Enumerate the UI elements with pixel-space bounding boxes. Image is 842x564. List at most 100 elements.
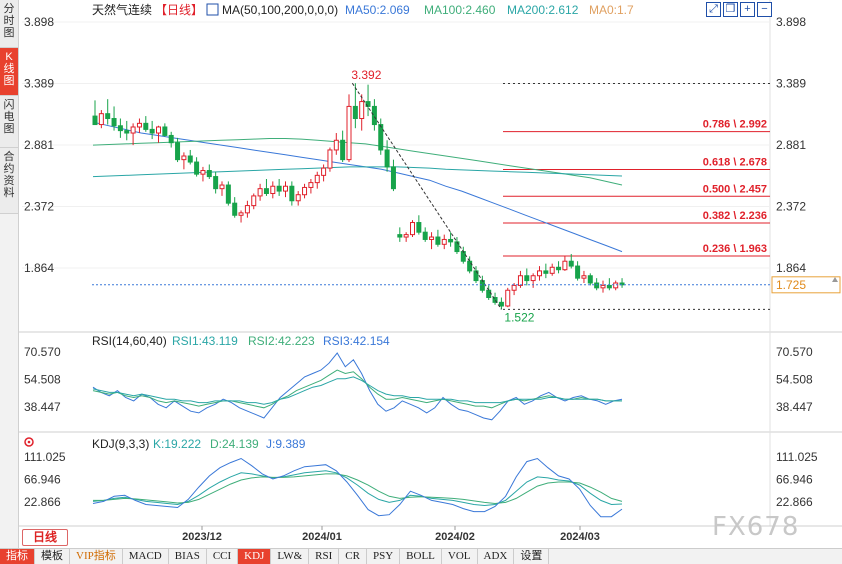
kdj-tick-right-2: 22.866 [776, 495, 813, 509]
toolbar-tab-5[interactable]: CCI [207, 549, 239, 564]
candle-body-8 [143, 122, 149, 130]
rsi-tick-left-0: 70.570 [24, 345, 61, 359]
minus-icon[interactable]: − [757, 2, 772, 17]
restore-icon[interactable]: ❐ [723, 2, 738, 17]
main-tick-left-4: 1.864 [24, 261, 54, 275]
rsi-tick-right-2: 38.447 [776, 400, 813, 414]
toolbar-tab-3[interactable]: MACD [123, 549, 169, 564]
candle-body-21 [225, 184, 231, 204]
candle-body-51 [416, 222, 422, 233]
chart-area: 天然气连续 【日线】 MA(50,100,200,0,0,0) MA50:2.0… [19, 0, 842, 548]
main-tick-left-0: 3.898 [24, 15, 54, 29]
high-price-label: 3.392 [351, 68, 381, 82]
candle-body-22 [232, 202, 238, 216]
candle-body-66 [511, 284, 517, 291]
candle-body-54 [435, 236, 441, 245]
candle-body-46 [384, 149, 390, 168]
x-tick-0: 2023/12 [182, 531, 222, 543]
kdj-tick-left-2: 22.866 [24, 495, 61, 509]
toolbar-tab-9[interactable]: CR [339, 549, 367, 564]
toolbar-tab-11[interactable]: BOLL [400, 549, 442, 564]
toolbar-tab-13[interactable]: ADX [478, 549, 515, 564]
kdj-title: KDJ(9,3,3) [92, 437, 149, 451]
candle-body-74 [562, 260, 568, 271]
candle-body-45 [378, 124, 384, 151]
ma0-value: MA0:1.7 [589, 3, 634, 17]
fib-label-0.500: 0.500 \ 2.457 [703, 183, 767, 195]
kdj-tick-right-1: 66.946 [776, 472, 813, 486]
fib-label-0.236: 0.236 \ 1.963 [703, 243, 767, 255]
ma200-value: MA200:2.612 [507, 3, 579, 17]
watermark: FX678 [712, 512, 800, 542]
kdj-k-value: K:19.222 [153, 437, 201, 451]
rsi2-value: RSI2:42.223 [248, 334, 315, 348]
candle-body-33 [302, 186, 308, 196]
candle-body-5 [124, 130, 130, 134]
toolbar-tab-1[interactable]: 模板 [35, 549, 70, 564]
candle-body-73 [556, 266, 562, 271]
candle-body-68 [524, 275, 530, 282]
rsi-tick-right-0: 70.570 [776, 345, 813, 359]
x-tick-3: 2024/03 [560, 531, 600, 543]
candle-body-76 [575, 265, 581, 279]
candle-body-38 [333, 139, 339, 151]
candle-body-29 [276, 185, 282, 192]
candle-body-40 [346, 105, 352, 161]
rsi3-value: RSI3:42.154 [323, 334, 390, 348]
candle-body-23 [238, 212, 244, 216]
candle-body-9 [149, 128, 155, 134]
kdj-tick-left-0: 111.025 [24, 450, 66, 464]
kdj-d-value: D:24.139 [210, 437, 259, 451]
candle-body-82 [613, 282, 619, 289]
main-tick-left-1: 3.389 [24, 77, 54, 91]
candle-body-13 [175, 142, 181, 161]
candle-body-10 [156, 126, 161, 134]
candle-body-27 [263, 188, 269, 194]
indicator-toolbar: 指标 模板 VIP指标 MACD BIAS CCI KDJ LW& RSI CR PSY BOLL VO… [0, 548, 842, 564]
candle-body-7 [136, 122, 142, 128]
candle-body-44 [371, 105, 377, 126]
candle-body-65 [505, 289, 511, 307]
toolbar-tab-12[interactable]: VOL [442, 549, 478, 564]
candle-body-55 [441, 238, 447, 245]
low-price-label: 1.522 [504, 310, 534, 324]
main-tick-right-0: 3.898 [776, 15, 806, 29]
candle-body-48 [397, 234, 403, 238]
main-tick-right-3: 2.372 [776, 200, 806, 214]
toolbar-tab-14[interactable]: 设置 [514, 549, 550, 564]
candle-50 [410, 220, 415, 238]
candle-body-12 [168, 134, 174, 144]
candle-body-31 [289, 185, 295, 202]
main-tick-right-1: 3.389 [776, 77, 806, 91]
toolbar-tab-2[interactable]: VIP指标 [70, 549, 123, 564]
candle-body-79 [594, 282, 600, 289]
toolbar-tab-10[interactable]: PSY [367, 549, 401, 564]
candle-body-71 [543, 270, 549, 274]
plus-icon[interactable]: + [740, 2, 755, 17]
period-label: 【日线】 [155, 3, 203, 17]
toolbar-tab-6[interactable]: KDJ [238, 549, 272, 564]
rsi-tick-right-1: 54.508 [776, 373, 813, 387]
toolbar-tab-7[interactable]: LW& [271, 549, 310, 564]
candle-body-19 [213, 176, 219, 190]
instrument-name: 天然气连续 [92, 2, 152, 17]
candle-body-47 [390, 166, 396, 190]
candle-body-20 [219, 184, 225, 190]
toolbar-tab-8[interactable]: RSI [309, 549, 340, 564]
toolbar-tab-4[interactable]: BIAS [169, 549, 207, 564]
fib-label-0.618: 0.618 \ 2.678 [703, 157, 767, 169]
fib-label-0.786: 0.786 \ 2.992 [703, 119, 767, 131]
last-price-value: 1.725 [776, 278, 806, 292]
candle-body-17 [200, 170, 206, 175]
candle-body-50 [410, 222, 415, 236]
period-day-button[interactable]: 日线 [22, 529, 68, 546]
candle-body-75 [568, 260, 574, 267]
candle-body-64 [498, 301, 504, 307]
candle-body-81 [606, 284, 612, 289]
candle-body-15 [187, 155, 193, 163]
expand-icon[interactable]: ⤢ [706, 2, 721, 17]
candle-body-78 [587, 275, 593, 284]
candle-body-30 [283, 185, 288, 192]
candle-body-35 [314, 174, 320, 184]
toolbar-tab-0[interactable]: 指标 [0, 549, 35, 564]
